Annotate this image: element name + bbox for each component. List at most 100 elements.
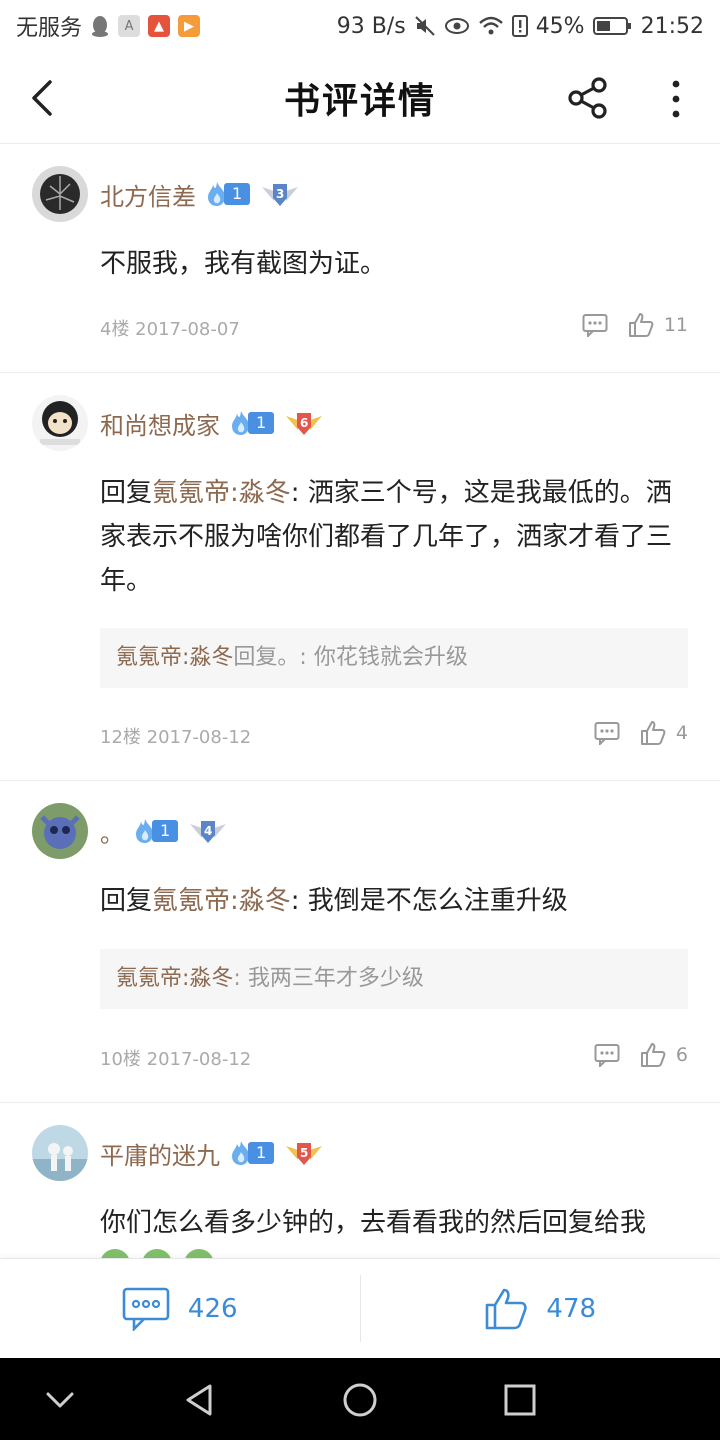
comment-item: 北方信差 1 3 不服我，我有截图为证。 4楼 2017-08-07 11	[0, 144, 720, 373]
thumbs-up-icon	[628, 313, 654, 337]
comment-body: 回复氪氪帝:淼冬: 洒家三个号，这是我最低的。洒家表示不服为啥你们都看了几年了，…	[100, 471, 696, 603]
comment-item: 和尚想成家 1 6 回复氪氪帝:淼冬: 洒家三个号，这是我最低的。洒家表示不服为…	[0, 373, 720, 781]
comment-text: 不服我，我有截图为证。	[100, 249, 387, 279]
mention-link[interactable]: 氪氪帝:淼冬	[152, 478, 291, 508]
comment-meta: 12楼 2017-08-12	[100, 727, 252, 748]
avatar[interactable]	[32, 395, 88, 451]
user-info-row: 北方信差 1 3	[100, 174, 300, 214]
share-icon[interactable]	[566, 76, 610, 120]
like-total-button[interactable]: 478	[361, 1259, 720, 1358]
badge-level: 4	[204, 824, 213, 838]
badge-level: 3	[276, 187, 285, 201]
reply-prefix: 回复	[100, 478, 153, 508]
mute-icon	[414, 15, 436, 37]
user-info-row: 和尚想成家 1 6	[100, 403, 324, 443]
comment-actions: 11	[582, 312, 688, 338]
emoji-icon	[184, 1249, 214, 1258]
comment-total: 426	[187, 1293, 238, 1324]
battery-icon	[592, 16, 633, 36]
comment-body: 你们怎么看多少钟的，去看看我的然后回复给我	[100, 1201, 696, 1245]
username[interactable]: 和尚想成家	[100, 406, 220, 441]
fire-level: 1	[224, 183, 251, 205]
emoji-icon	[100, 1249, 130, 1258]
wing-badge-icon: 6	[284, 408, 324, 438]
like-count: 6	[675, 1044, 688, 1066]
quoted-reply[interactable]: 氪氪帝:淼冬: 我两三年才多少级	[100, 949, 688, 1009]
wing-badge-icon: 3	[260, 179, 300, 209]
comment-list[interactable]: 北方信差 1 3 不服我，我有截图为证。 4楼 2017-08-07 11 和尚…	[0, 144, 720, 1258]
like-button[interactable]: 4	[640, 720, 688, 746]
thumbs-up-icon	[486, 1288, 528, 1329]
wing-badge-icon: 4	[188, 816, 228, 846]
mention-link[interactable]: 氪氪帝:淼冬	[152, 886, 291, 916]
user-info-row: 。 1 4	[100, 811, 228, 851]
avatar[interactable]	[32, 166, 88, 222]
fire-level: 1	[248, 412, 275, 434]
reply-icon[interactable]	[594, 1043, 620, 1067]
like-total: 478	[546, 1293, 597, 1324]
quote-text: : 我两三年才多少级	[233, 966, 424, 991]
emoji-row	[100, 1249, 214, 1258]
fire-level: 1	[248, 1142, 275, 1164]
thumbs-up-icon	[640, 1043, 666, 1067]
comment-actions: 6	[594, 1042, 688, 1068]
battery-percent: 45%	[535, 13, 585, 39]
username[interactable]: 平庸的迷九	[100, 1136, 220, 1171]
quote-username[interactable]: 氪氪帝:淼冬	[116, 645, 233, 670]
qq-icon	[90, 15, 110, 37]
bottom-action-bar: 426 478	[0, 1258, 720, 1358]
nav-home-icon[interactable]	[338, 1378, 382, 1422]
comment-text: 你们怎么看多少钟的，去看看我的然后回复给我	[100, 1208, 647, 1238]
fire-level-badge: 1	[230, 1141, 275, 1165]
clock: 21:52	[640, 13, 704, 39]
comment-button[interactable]: 426	[0, 1259, 360, 1358]
app-red-icon: ▲	[148, 15, 171, 37]
username[interactable]: 。	[100, 814, 124, 849]
avatar[interactable]	[32, 1125, 88, 1181]
emoji-icon	[142, 1249, 172, 1258]
reply-prefix: 回复	[100, 886, 153, 916]
comment-icon	[122, 1287, 170, 1331]
user-info-row: 平庸的迷九 1 5	[100, 1133, 324, 1173]
quote-text: 回复。: 你花钱就会升级	[233, 645, 468, 670]
nav-recent-icon[interactable]	[498, 1378, 542, 1422]
wifi-icon	[478, 15, 504, 37]
more-vertical-icon[interactable]	[664, 78, 688, 120]
carrier-text: 无服务	[16, 16, 83, 41]
comment-meta: 10楼 2017-08-12	[100, 1049, 252, 1070]
comment-text: : 我倒是不怎么注重升级	[290, 886, 568, 916]
app-play-icon: ▶	[178, 15, 201, 37]
like-count: 4	[675, 722, 688, 744]
page-title: 书评详情	[283, 81, 436, 122]
fire-level-badge: 1	[230, 411, 275, 435]
nav-down-icon[interactable]	[38, 1378, 82, 1422]
status-bar: 无服务 A ▲ ▶ 93 B/s 45% 21:52	[0, 0, 720, 52]
title-bar: 书评详情	[0, 52, 720, 144]
like-button[interactable]: 11	[628, 312, 688, 338]
comment-actions: 4	[594, 720, 688, 746]
system-nav-bar	[0, 1358, 720, 1440]
reply-icon[interactable]	[582, 313, 608, 337]
fire-level: 1	[152, 820, 179, 842]
quote-username[interactable]: 氪氪帝:淼冬	[116, 966, 233, 991]
app-a-icon: A	[118, 15, 141, 37]
like-count: 11	[663, 314, 688, 336]
network-speed: 93 B/s	[336, 13, 406, 39]
thumbs-up-icon	[640, 721, 666, 745]
reply-icon[interactable]	[594, 721, 620, 745]
comment-item: 平庸的迷九 1 5 你们怎么看多少钟的，去看看我的然后回复给我	[0, 1103, 720, 1258]
username[interactable]: 北方信差	[100, 177, 196, 212]
comment-meta: 4楼 2017-08-07	[100, 319, 240, 340]
badge-level: 6	[300, 416, 309, 430]
wing-badge-icon: 5	[284, 1138, 324, 1168]
comment-body: 回复氪氪帝:淼冬: 我倒是不怎么注重升级	[100, 879, 696, 923]
like-button[interactable]: 6	[640, 1042, 688, 1068]
fire-level-badge: 1	[134, 819, 179, 843]
comment-body: 不服我，我有截图为证。	[100, 242, 696, 286]
eye-icon	[444, 15, 470, 37]
badge-level: 5	[300, 1146, 309, 1160]
quoted-reply[interactable]: 氪氪帝:淼冬回复。: 你花钱就会升级	[100, 628, 688, 688]
nav-back-icon[interactable]	[178, 1378, 222, 1422]
sim-alert-icon	[511, 15, 528, 37]
avatar[interactable]	[32, 803, 88, 859]
